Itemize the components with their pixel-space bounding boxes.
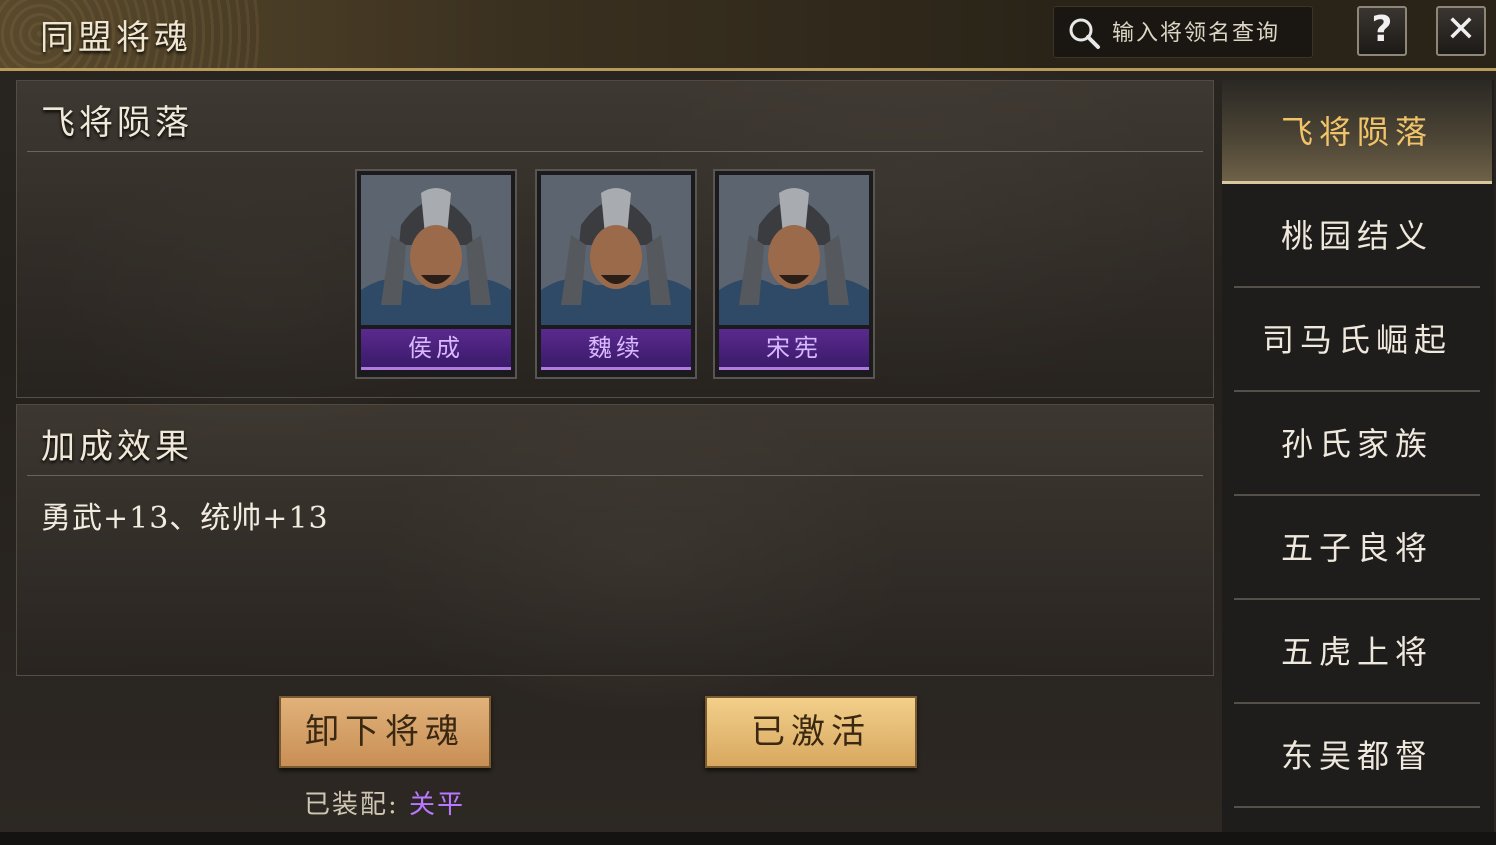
window-title: 同盟将魂 [40,18,192,58]
divider [27,475,1203,476]
sidebar-item-wuhu[interactable]: 五虎上将 [1222,600,1492,704]
equipped-label: 已装配: [304,790,399,820]
sidebar-item-feijiang[interactable]: 飞将陨落 [1222,80,1492,184]
title-bar: 同盟将魂 ? ✕ [0,0,1496,71]
sidebar-item-wuzi[interactable]: 五子良将 [1222,496,1492,600]
set-list-sidebar: 飞将陨落 桃园结义 司马氏崛起 孙氏家族 五子良将 五虎上将 东吴都督 [1222,80,1494,832]
divider [1234,806,1480,808]
general-card[interactable]: 魏续 [535,169,697,379]
divider [27,151,1203,152]
general-name: 魏续 [541,329,691,370]
sidebar-item-dongwu[interactable]: 东吴都督 [1222,704,1492,808]
question-icon: ? [1371,9,1393,50]
sidebar-item-label: 飞将陨落 [1280,113,1433,151]
equipped-general: 关平 [409,790,466,820]
general-card[interactable]: 侯成 [355,169,517,379]
unequip-button[interactable]: 卸下将魂 [279,696,491,768]
sidebar-item-taoyuan[interactable]: 桃园结义 [1222,184,1492,288]
set-panel: 飞将陨落 侯成 魏续 宋宪 [16,80,1214,398]
bonus-effect: 勇武+13、统帅+13 [41,501,329,536]
bonus-panel: 加成效果 勇武+13、统帅+13 [16,404,1214,676]
activated-button[interactable]: 已激活 [705,696,917,768]
sidebar-item-sun[interactable]: 孙氏家族 [1222,392,1492,496]
general-portrait [361,175,511,325]
sidebar-item-label: 东吴都督 [1280,737,1433,775]
sidebar-item-label: 五子良将 [1280,529,1433,567]
equipped-info: 已装配: 关平 [304,784,465,821]
general-name: 侯成 [361,329,511,370]
sidebar-item-sima[interactable]: 司马氏崛起 [1222,288,1492,392]
general-portrait [719,175,869,325]
search-icon [1069,18,1100,49]
general-portrait [541,175,691,325]
general-card[interactable]: 宋宪 [713,169,875,379]
close-button[interactable]: ✕ [1436,6,1486,56]
search-input[interactable] [1110,15,1310,51]
help-button[interactable]: ? [1357,6,1407,56]
sidebar-item-label: 司马氏崛起 [1261,321,1452,359]
sidebar-item-label: 桃园结义 [1280,217,1433,255]
general-name: 宋宪 [719,329,869,370]
sidebar-item-label: 五虎上将 [1280,633,1433,671]
bonus-title: 加成效果 [41,427,193,467]
footer-strip [0,832,1496,845]
set-title: 飞将陨落 [41,103,193,143]
close-icon: ✕ [1445,9,1477,50]
search-box[interactable] [1053,6,1313,58]
sidebar-item-label: 孙氏家族 [1280,425,1433,463]
